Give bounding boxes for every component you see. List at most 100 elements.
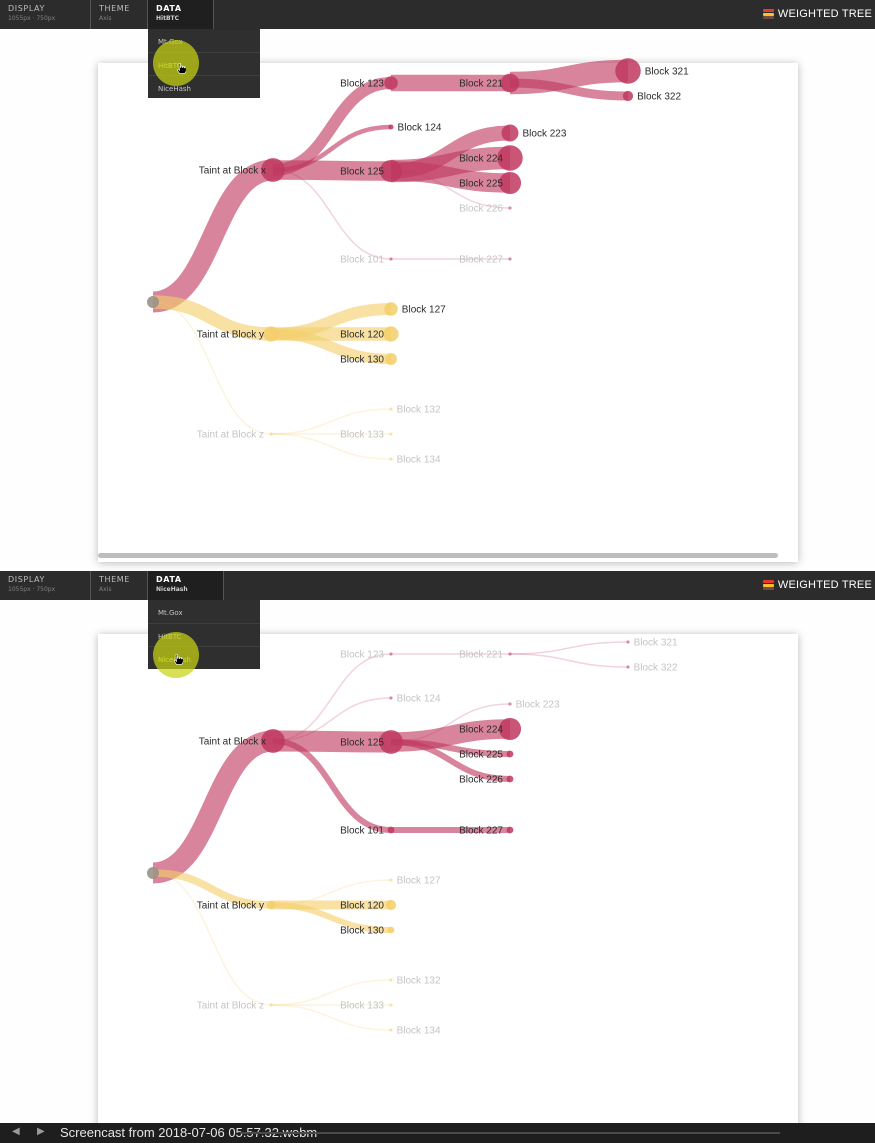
tree-node-b130[interactable]	[385, 353, 397, 365]
brand[interactable]: WEIGHTED TREE	[762, 578, 872, 592]
tree-link-b221-b322	[509, 653, 629, 668]
tree-node-label: Block 227	[459, 826, 503, 837]
video-progress-track[interactable]	[240, 1132, 780, 1134]
tree-node-b133[interactable]	[389, 432, 393, 436]
tree-node-label: Block 130	[340, 355, 384, 366]
tree-node-b226[interactable]	[506, 775, 514, 783]
top-menu-bar: DISPLAY 1055px · 750px THEME Axis DATA H…	[0, 0, 875, 29]
tree-node-root[interactable]	[147, 296, 159, 308]
tree-node-b124[interactable]	[389, 696, 393, 700]
tree-node-b101[interactable]	[389, 257, 393, 261]
tree-node-label: Block 120	[340, 901, 384, 912]
weighted-tree-chart: Taint at Block x Taint at Block y Taint at…	[147, 638, 678, 1037]
tree-link-tx-b101	[272, 738, 392, 833]
tree-node-b123[interactable]	[389, 652, 393, 656]
layered-stack-icon	[762, 580, 774, 590]
tree-link-root-tx	[151, 159, 275, 313]
tree-node-b120[interactable]	[383, 326, 399, 342]
horizontal-scrollbar[interactable]	[98, 553, 778, 558]
tree-node-label: Block 321	[634, 638, 678, 649]
brand-name: WEIGHTED TREE	[777, 579, 872, 591]
tree-node-label: Block 132	[397, 405, 441, 416]
tree-node-tz[interactable]	[269, 432, 273, 436]
tree-node-b123[interactable]	[384, 76, 398, 90]
tree-node-label: Block 124	[397, 694, 441, 705]
tree-node-b322[interactable]	[622, 90, 634, 102]
tree-node-b132[interactable]	[389, 978, 393, 982]
tree-node-b227[interactable]	[506, 826, 514, 834]
tree-node-label: Taint at Block x	[199, 166, 266, 177]
tree-node-label: Block 120	[340, 330, 384, 341]
tree-node-b133[interactable]	[389, 1003, 393, 1007]
tree-node-b221[interactable]	[508, 652, 512, 656]
tree-node-label: Block 322	[634, 663, 678, 674]
menu-data-value: NiceHash	[156, 586, 188, 593]
menu-display-label: DISPLAY	[8, 4, 46, 13]
menu-theme-value: Axis	[99, 586, 112, 593]
tree-node-label: Block 132	[397, 976, 441, 987]
tree-node-b134[interactable]	[389, 1028, 393, 1032]
video-player-bar: ◀ ▶ Screencast from 2018-07-06 05.57.32.…	[0, 1123, 875, 1143]
tree-node-label: Block 321	[645, 67, 689, 78]
app-frame-1: DISPLAY 1055px · 750px THEME Axis DATA H…	[0, 0, 875, 571]
tree-node-label: Block 221	[459, 79, 503, 90]
menu-data[interactable]: DATA NiceHash	[148, 571, 224, 600]
tree-node-b225[interactable]	[506, 750, 514, 758]
tree-node-b124[interactable]	[388, 124, 394, 130]
tree-node-b127[interactable]	[384, 302, 398, 316]
menu-display-value: 1055px · 750px	[8, 586, 56, 593]
tree-node-label: Block 225	[459, 750, 503, 761]
tree-node-ty[interactable]	[266, 900, 276, 910]
menu-display-label: DISPLAY	[8, 575, 46, 584]
tree-node-b132[interactable]	[389, 407, 393, 411]
tree-node-b321[interactable]	[626, 640, 630, 644]
tree-node-label: Block 124	[398, 123, 442, 134]
menu-theme-label: THEME	[99, 575, 130, 584]
tree-node-label: Block 133	[340, 1001, 384, 1012]
tree-node-label: Block 125	[340, 167, 384, 178]
tree-node-b221[interactable]	[500, 73, 520, 93]
tree-node-label: Block 227	[459, 255, 503, 266]
menu-display[interactable]: DISPLAY 1055px · 750px	[0, 0, 91, 29]
menu-display-value: 1055px · 750px	[8, 15, 56, 22]
tree-node-tz[interactable]	[269, 1003, 273, 1007]
previous-icon[interactable]: ◀	[12, 1126, 20, 1137]
menu-display[interactable]: DISPLAY 1055px · 750px	[0, 571, 91, 600]
tree-node-label: Block 225	[459, 179, 503, 190]
tree-node-b101[interactable]	[387, 826, 395, 834]
tree-node-b226[interactable]	[508, 206, 512, 210]
tree-node-ty[interactable]	[263, 326, 279, 342]
tree-node-label: Block 133	[340, 430, 384, 441]
tree-node-b223[interactable]	[508, 702, 512, 706]
top-menu-bar: DISPLAY 1055px · 750px THEME Axis DATA N…	[0, 571, 875, 600]
tree-node-b322[interactable]	[626, 665, 630, 669]
tree-node-b227[interactable]	[508, 257, 512, 261]
tree-node-b120[interactable]	[385, 899, 397, 911]
tree-node-b130[interactable]	[387, 926, 395, 934]
tree-node-label: Block 226	[459, 775, 503, 786]
tree-node-b127[interactable]	[389, 878, 393, 882]
tree-node-label: Taint at Block z	[197, 1001, 264, 1012]
menu-data[interactable]: DATA HitBTC	[148, 0, 214, 29]
tree-node-label: Block 223	[516, 700, 560, 711]
tree-node-root[interactable]	[147, 867, 159, 879]
brand[interactable]: WEIGHTED TREE	[762, 7, 872, 21]
dropdown-item-mtgox[interactable]: Mt.Gox	[148, 600, 260, 623]
tree-node-b321[interactable]	[615, 58, 641, 84]
tree-node-label: Block 134	[397, 455, 441, 466]
tree-node-b223[interactable]	[501, 124, 519, 142]
menu-data-label: DATA	[156, 575, 182, 584]
tree-node-b134[interactable]	[389, 457, 393, 461]
tree-node-label: Block 123	[340, 79, 384, 90]
menu-data-value: HitBTC	[156, 15, 180, 22]
tree-node-label: Block 125	[340, 738, 384, 749]
menu-theme[interactable]: THEME Axis	[91, 571, 148, 600]
tree-node-label: Block 101	[340, 826, 384, 837]
tree-node-label: Block 127	[402, 305, 446, 316]
tree-node-label: Taint at Block x	[199, 737, 266, 748]
app-frame-2: DISPLAY 1055px · 750px THEME Axis DATA N…	[0, 571, 875, 1142]
play-icon[interactable]: ▶	[37, 1126, 45, 1137]
menu-theme[interactable]: THEME Axis	[91, 0, 148, 29]
tree-node-label: Block 226	[459, 204, 503, 215]
tree-node-label: Block 224	[459, 725, 503, 736]
